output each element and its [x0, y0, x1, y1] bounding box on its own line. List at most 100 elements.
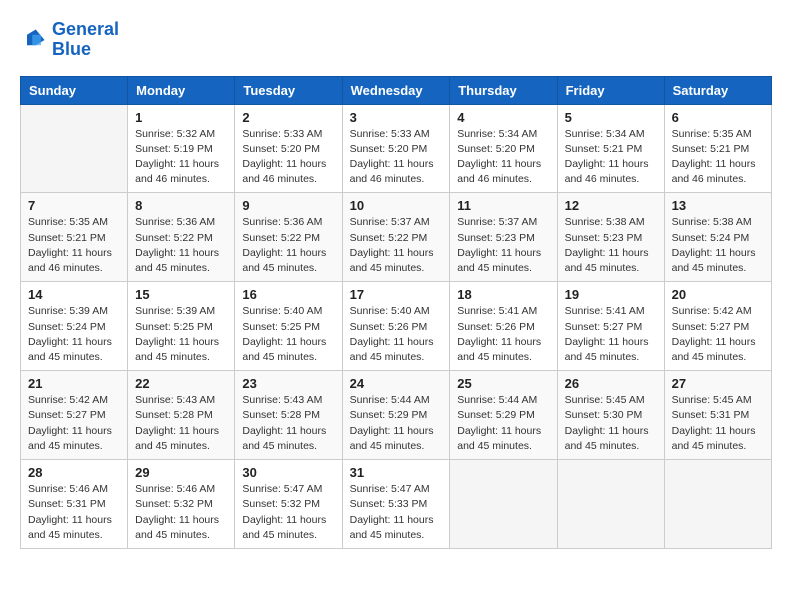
weekday-header-thursday: Thursday: [450, 76, 557, 104]
calendar-cell: 25 Sunrise: 5:44 AM Sunset: 5:29 PM Dayli…: [450, 371, 557, 460]
day-number: 10: [350, 198, 443, 213]
day-number: 18: [457, 287, 549, 302]
calendar-cell: 16 Sunrise: 5:40 AM Sunset: 5:25 PM Dayli…: [235, 282, 342, 371]
day-number: 3: [350, 110, 443, 125]
day-number: 22: [135, 376, 227, 391]
calendar-week-row: 7 Sunrise: 5:35 AM Sunset: 5:21 PM Daylig…: [21, 193, 772, 282]
day-number: 9: [242, 198, 334, 213]
day-number: 20: [672, 287, 764, 302]
calendar-cell: [557, 460, 664, 549]
day-number: 25: [457, 376, 549, 391]
calendar-week-row: 21 Sunrise: 5:42 AM Sunset: 5:27 PM Dayli…: [21, 371, 772, 460]
logo: GeneralBlue: [20, 20, 119, 60]
day-info: Sunrise: 5:47 AM Sunset: 5:32 PM Dayligh…: [242, 482, 334, 543]
day-info: Sunrise: 5:46 AM Sunset: 5:32 PM Dayligh…: [135, 482, 227, 543]
day-number: 13: [672, 198, 764, 213]
day-number: 17: [350, 287, 443, 302]
calendar-cell: 24Sunrise: 5:44 AM Sunset: 5:29 PM Dayli…: [342, 371, 450, 460]
day-number: 1: [135, 110, 227, 125]
calendar-cell: 5Sunrise: 5:34 AM Sunset: 5:21 PM Daylig…: [557, 104, 664, 193]
weekday-header-row: SundayMondayTuesdayWednesdayThursdayFrid…: [21, 76, 772, 104]
day-number: 28: [28, 465, 120, 480]
logo-icon: [20, 26, 48, 54]
day-info: Sunrise: 5:33 AM Sunset: 5:20 PM Dayligh…: [350, 127, 443, 188]
calendar-cell: 28 Sunrise: 5:46 AM Sunset: 5:31 PM Dayli…: [21, 460, 128, 549]
day-number: 12: [565, 198, 657, 213]
day-info: Sunrise: 5:34 AM Sunset: 5:20 PM Dayligh…: [457, 127, 549, 188]
calendar-cell: [450, 460, 557, 549]
day-number: 5: [565, 110, 657, 125]
day-info: Sunrise: 5:39 AM Sunset: 5:25 PM Dayligh…: [135, 304, 227, 365]
day-info: Sunrise: 5:38 AM Sunset: 5:24 PM Dayligh…: [672, 215, 764, 276]
day-info: Sunrise: 5:43 AM Sunset: 5:28 PM Dayligh…: [135, 393, 227, 454]
day-info: Sunrise: 5:44 AM Sunset: 5:29 PM Dayligh…: [350, 393, 443, 454]
weekday-header-tuesday: Tuesday: [235, 76, 342, 104]
calendar-cell: 31 Sunrise: 5:47 AM Sunset: 5:33 PM Dayli…: [342, 460, 450, 549]
weekday-header-friday: Friday: [557, 76, 664, 104]
calendar-cell: [664, 460, 771, 549]
day-number: 23: [242, 376, 334, 391]
day-number: 19: [565, 287, 657, 302]
calendar-cell: 26 Sunrise: 5:45 AM Sunset: 5:30 PM Dayli…: [557, 371, 664, 460]
day-info: Sunrise: 5:39 AM Sunset: 5:24 PM Dayligh…: [28, 304, 120, 365]
day-number: 16: [242, 287, 334, 302]
page-header: GeneralBlue: [20, 20, 772, 60]
day-number: 2: [242, 110, 334, 125]
day-number: 21: [28, 376, 120, 391]
day-number: 15: [135, 287, 227, 302]
calendar-cell: 8Sunrise: 5:36 AM Sunset: 5:22 PM Daylig…: [128, 193, 235, 282]
calendar-cell: 3 Sunrise: 5:33 AM Sunset: 5:20 PM Daylig…: [342, 104, 450, 193]
calendar-cell: 7 Sunrise: 5:35 AM Sunset: 5:21 PM Daylig…: [21, 193, 128, 282]
day-info: Sunrise: 5:36 AM Sunset: 5:22 PM Dayligh…: [135, 215, 227, 276]
day-info: Sunrise: 5:44 AM Sunset: 5:29 PM Dayligh…: [457, 393, 549, 454]
calendar-cell: 1Sunrise: 5:32 AM Sunset: 5:19 PM Daylig…: [128, 104, 235, 193]
day-info: Sunrise: 5:46 AM Sunset: 5:31 PM Dayligh…: [28, 482, 120, 543]
logo-text: GeneralBlue: [52, 20, 119, 60]
calendar-cell: 11 Sunrise: 5:37 AM Sunset: 5:23 PM Dayli…: [450, 193, 557, 282]
calendar-cell: 4 Sunrise: 5:34 AM Sunset: 5:20 PM Daylig…: [450, 104, 557, 193]
calendar-cell: 22 Sunrise: 5:43 AM Sunset: 5:28 PM Dayli…: [128, 371, 235, 460]
day-number: 27: [672, 376, 764, 391]
calendar-cell: 23 Sunrise: 5:43 AM Sunset: 5:28 PM Dayli…: [235, 371, 342, 460]
weekday-header-wednesday: Wednesday: [342, 76, 450, 104]
calendar-cell: 20 Sunrise: 5:42 AM Sunset: 5:27 PM Dayli…: [664, 282, 771, 371]
calendar-week-row: 1Sunrise: 5:32 AM Sunset: 5:19 PM Daylig…: [21, 104, 772, 193]
day-number: 31: [350, 465, 443, 480]
calendar-cell: 27 Sunrise: 5:45 AM Sunset: 5:31 PM Dayli…: [664, 371, 771, 460]
calendar-cell: 30 Sunrise: 5:47 AM Sunset: 5:32 PM Dayli…: [235, 460, 342, 549]
day-info: Sunrise: 5:42 AM Sunset: 5:27 PM Dayligh…: [28, 393, 120, 454]
day-info: Sunrise: 5:35 AM Sunset: 5:21 PM Dayligh…: [672, 127, 764, 188]
day-number: 4: [457, 110, 549, 125]
day-info: Sunrise: 5:45 AM Sunset: 5:31 PM Dayligh…: [672, 393, 764, 454]
day-number: 30: [242, 465, 334, 480]
day-info: Sunrise: 5:38 AM Sunset: 5:23 PM Dayligh…: [565, 215, 657, 276]
day-info: Sunrise: 5:35 AM Sunset: 5:21 PM Dayligh…: [28, 215, 120, 276]
day-info: Sunrise: 5:41 AM Sunset: 5:26 PM Dayligh…: [457, 304, 549, 365]
calendar-cell: 21 Sunrise: 5:42 AM Sunset: 5:27 PM Dayli…: [21, 371, 128, 460]
weekday-header-monday: Monday: [128, 76, 235, 104]
calendar-cell: 6 Sunrise: 5:35 AM Sunset: 5:21 PM Daylig…: [664, 104, 771, 193]
calendar-cell: 10 Sunrise: 5:37 AM Sunset: 5:22 PM Dayli…: [342, 193, 450, 282]
day-info: Sunrise: 5:42 AM Sunset: 5:27 PM Dayligh…: [672, 304, 764, 365]
day-info: Sunrise: 5:40 AM Sunset: 5:25 PM Dayligh…: [242, 304, 334, 365]
calendar-cell: 9Sunrise: 5:36 AM Sunset: 5:22 PM Daylig…: [235, 193, 342, 282]
calendar-cell: 14Sunrise: 5:39 AM Sunset: 5:24 PM Dayli…: [21, 282, 128, 371]
day-info: Sunrise: 5:37 AM Sunset: 5:23 PM Dayligh…: [457, 215, 549, 276]
calendar-table: SundayMondayTuesdayWednesdayThursdayFrid…: [20, 76, 772, 549]
day-number: 29: [135, 465, 227, 480]
day-number: 6: [672, 110, 764, 125]
calendar-week-row: 28 Sunrise: 5:46 AM Sunset: 5:31 PM Dayli…: [21, 460, 772, 549]
weekday-header-sunday: Sunday: [21, 76, 128, 104]
calendar-cell: 2Sunrise: 5:33 AM Sunset: 5:20 PM Daylig…: [235, 104, 342, 193]
day-info: Sunrise: 5:47 AM Sunset: 5:33 PM Dayligh…: [350, 482, 443, 543]
day-number: 11: [457, 198, 549, 213]
day-info: Sunrise: 5:45 AM Sunset: 5:30 PM Dayligh…: [565, 393, 657, 454]
day-info: Sunrise: 5:37 AM Sunset: 5:22 PM Dayligh…: [350, 215, 443, 276]
day-info: Sunrise: 5:40 AM Sunset: 5:26 PM Dayligh…: [350, 304, 443, 365]
calendar-cell: 18 Sunrise: 5:41 AM Sunset: 5:26 PM Dayli…: [450, 282, 557, 371]
day-number: 26: [565, 376, 657, 391]
calendar-cell: 15 Sunrise: 5:39 AM Sunset: 5:25 PM Dayli…: [128, 282, 235, 371]
calendar-cell: 17 Sunrise: 5:40 AM Sunset: 5:26 PM Dayli…: [342, 282, 450, 371]
day-info: Sunrise: 5:43 AM Sunset: 5:28 PM Dayligh…: [242, 393, 334, 454]
day-number: 7: [28, 198, 120, 213]
